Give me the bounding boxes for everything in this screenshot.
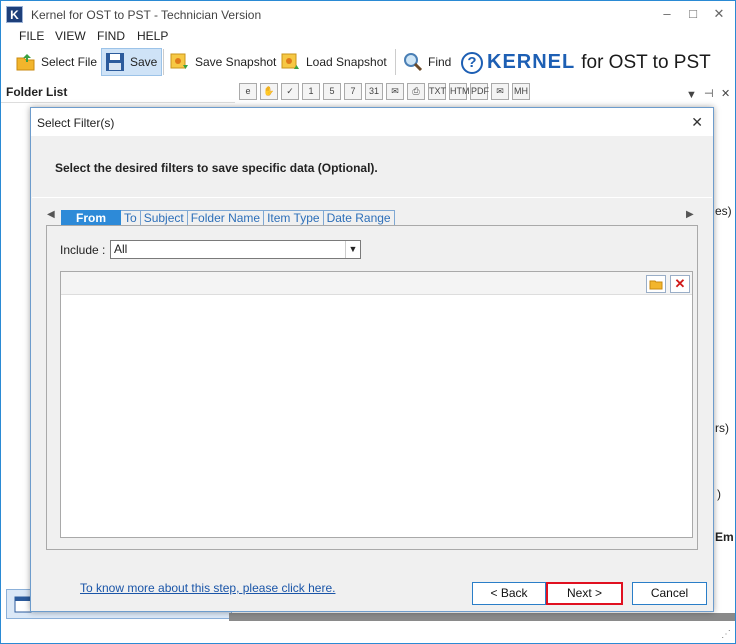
calendar-day-icon[interactable]: 1	[302, 83, 320, 100]
filter-tabs: From To Subject Folder Name Item Type Da…	[61, 210, 395, 226]
pdf-icon[interactable]: PDF	[470, 83, 489, 100]
background-text: )	[717, 487, 721, 501]
select-file-label: Select File	[41, 55, 98, 69]
calendar-workweek-icon[interactable]: 5	[323, 83, 341, 100]
app-logo-icon: K	[6, 6, 23, 23]
from-tab-panel: Include : All ▼ ✕	[46, 225, 698, 550]
maximize-button[interactable]: □	[685, 7, 701, 21]
save-snapshot-icon	[169, 51, 191, 73]
dialog-title-bar: Select Filter(s) ✕	[31, 108, 713, 136]
brand-kernel: KERNEL	[487, 51, 576, 73]
brand-logo: ? KERNEL for OST to PST	[461, 51, 711, 74]
tab-scroll-right-icon[interactable]: ▶	[686, 209, 694, 220]
include-selected-value: All	[114, 242, 128, 256]
menu-file[interactable]: FILE	[19, 29, 44, 43]
mht-icon[interactable]: MH	[512, 83, 530, 100]
save-snapshot-label: Save Snapshot	[195, 55, 277, 69]
hand-icon[interactable]: ✋	[260, 83, 278, 100]
find-label: Find	[428, 55, 452, 69]
calendar-month-icon[interactable]: 31	[365, 83, 383, 100]
help-question-icon: ?	[461, 51, 483, 74]
load-snapshot-label: Load Snapshot	[306, 55, 387, 69]
select-file-button[interactable]: Select File	[15, 48, 97, 76]
cancel-button[interactable]: Cancel	[632, 582, 707, 605]
next-button[interactable]: Next >	[546, 582, 623, 605]
from-address-list[interactable]: ✕	[60, 271, 693, 538]
toolbar-divider	[163, 49, 164, 75]
tab-date-range[interactable]: Date Range	[323, 210, 395, 226]
task-icon[interactable]: ✓	[281, 83, 299, 100]
folder-open-icon	[15, 51, 37, 73]
title-bar: K Kernel for OST to PST - Technician Ver…	[1, 1, 735, 29]
include-label: Include :	[60, 243, 106, 257]
back-button[interactable]: < Back	[472, 582, 546, 605]
dialog-title: Select Filter(s)	[37, 116, 115, 130]
toolbar-divider	[395, 49, 396, 75]
pin-icon[interactable]: ⊣	[704, 87, 714, 100]
save-button[interactable]: Save	[101, 48, 163, 76]
dialog-body: Select the desired filters to save speci…	[32, 136, 712, 611]
eml-icon[interactable]: ✉	[491, 83, 509, 100]
menu-view[interactable]: VIEW	[55, 29, 86, 43]
menu-help[interactable]: HELP	[137, 29, 168, 43]
tab-folder-name[interactable]: Folder Name	[187, 210, 265, 226]
menu-find[interactable]: FIND	[97, 29, 125, 43]
resize-grip-icon[interactable]: ⋰	[721, 629, 731, 640]
dialog-close-icon[interactable]: ✕	[691, 114, 703, 131]
status-strip	[229, 613, 735, 621]
select-filters-dialog: Select Filter(s) ✕ Select the desired fi…	[30, 107, 714, 612]
calendar-week-icon[interactable]: 7	[344, 83, 362, 100]
find-button[interactable]: Find	[402, 48, 451, 76]
save-label: Save	[130, 55, 158, 69]
pane-close-icon[interactable]: ✕	[721, 87, 730, 100]
mail-icon[interactable]: ✉	[386, 83, 404, 100]
background-text: es)	[715, 204, 732, 218]
format-icon-strip: e ✋ ✓ 1 5 7 31 ✉ ⎙ TXT HTM PDF ✉ MH	[239, 83, 530, 101]
filter-tab-strip: ◀ From To Subject Folder Name Item Type …	[46, 208, 698, 226]
tab-to[interactable]: To	[121, 210, 141, 226]
add-folder-icon[interactable]	[646, 275, 666, 293]
magnifier-icon	[402, 51, 424, 73]
minimize-button[interactable]: –	[659, 7, 675, 21]
close-button[interactable]: ✕	[711, 7, 727, 21]
background-text: Em	[715, 530, 734, 544]
chevron-down-icon: ▼	[345, 241, 360, 258]
brand-product: for OST to PST	[581, 51, 711, 73]
dialog-instruction: Select the desired filters to save speci…	[55, 161, 378, 175]
remove-x-icon[interactable]: ✕	[670, 275, 690, 293]
floppy-disk-icon	[104, 51, 126, 73]
html-icon[interactable]: HTM	[449, 83, 470, 100]
load-snapshot-button[interactable]: Load Snapshot	[280, 48, 387, 76]
tab-scroll-left-icon[interactable]: ◀	[47, 209, 55, 220]
ie-icon[interactable]: e	[239, 83, 257, 100]
help-link[interactable]: To know more about this step, please cli…	[80, 581, 335, 595]
txt-icon[interactable]: TXT	[428, 83, 446, 100]
menu-bar: FILE VIEW FIND HELP	[1, 29, 735, 47]
folder-list-label: Folder List	[6, 85, 68, 99]
load-snapshot-icon	[280, 51, 302, 73]
tab-subject[interactable]: Subject	[140, 210, 188, 226]
print-icon[interactable]: ⎙	[407, 83, 425, 100]
tab-from[interactable]: From	[61, 210, 121, 226]
tab-item-type[interactable]: Item Type	[264, 210, 324, 226]
save-snapshot-button[interactable]: Save Snapshot	[169, 48, 276, 76]
include-dropdown[interactable]: All ▼	[110, 240, 361, 259]
pane-dropdown-icon[interactable]: ▼	[686, 89, 697, 101]
list-toolbar: ✕	[61, 272, 692, 295]
window-title: Kernel for OST to PST - Technician Versi…	[31, 8, 262, 22]
divider	[32, 197, 712, 198]
background-text: rs)	[715, 421, 729, 435]
